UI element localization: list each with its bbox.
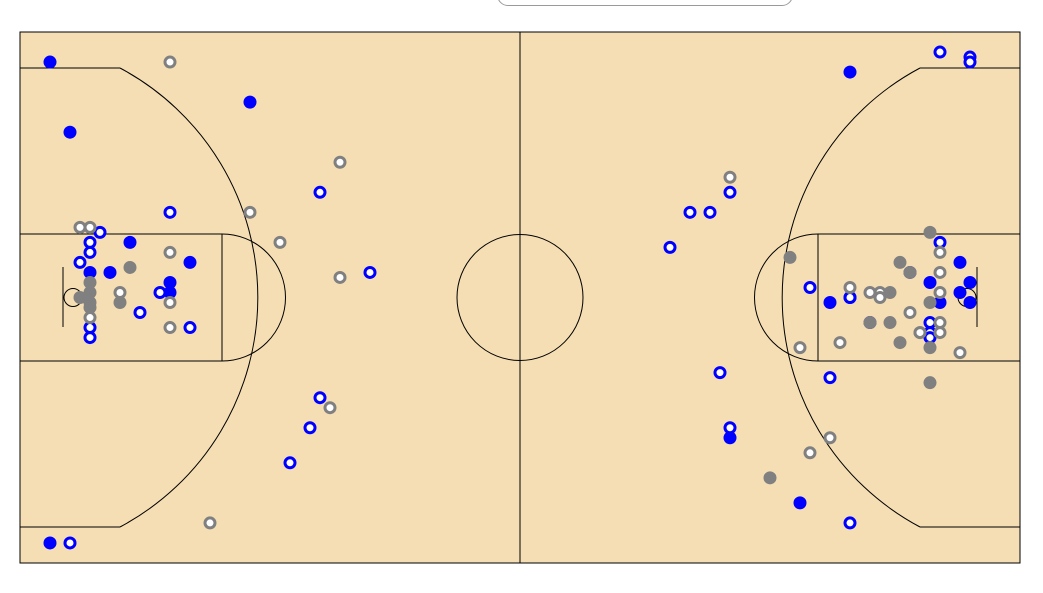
shot-point-s1-23 xyxy=(933,235,947,249)
shot-point-s2-13 xyxy=(883,316,897,330)
shot-point-s3-3 xyxy=(273,235,287,249)
shot-point-s2-0 xyxy=(123,260,137,274)
shot-point-s3-19 xyxy=(933,245,947,259)
shot-point-s1-8 xyxy=(153,285,167,299)
shot-point-s1-16 xyxy=(933,45,947,59)
shot-point-s1-25 xyxy=(843,291,857,304)
shot-point-s2-8 xyxy=(783,250,797,264)
shot-point-s1-4 xyxy=(93,225,107,239)
shot-point-s1-20 xyxy=(683,205,697,219)
shot-point-s3-11 xyxy=(163,321,177,335)
shot-point-s1-0 xyxy=(63,536,77,550)
shot-point-s1-3 xyxy=(363,265,377,279)
shot-point-s3-22 xyxy=(903,306,917,320)
shot-point-s3-25 xyxy=(933,326,947,340)
shot-point-s0-15 xyxy=(953,285,967,299)
shot-point-s3-26 xyxy=(913,326,927,340)
shot-point-s3-27 xyxy=(833,336,847,350)
shot-point-s3-2 xyxy=(243,205,257,219)
shot-point-s3-9 xyxy=(163,296,177,310)
shot-point-s1-32 xyxy=(843,516,857,530)
shot-point-s3-8 xyxy=(113,285,127,299)
basketball-court-chart xyxy=(19,31,1021,564)
shot-point-s0-1 xyxy=(63,125,77,139)
shot-point-s1-19 xyxy=(723,185,737,199)
shot-point-s0-11 xyxy=(953,255,967,269)
shot-point-s3-17 xyxy=(863,285,877,299)
shot-point-s1-7 xyxy=(83,245,97,259)
shot-point-s2-16 xyxy=(923,341,937,355)
shot-point-s0-14 xyxy=(963,275,977,289)
shot-point-s3-0 xyxy=(163,55,177,69)
shot-point-s1-31 xyxy=(723,421,737,435)
shot-point-s0-4 xyxy=(183,255,197,269)
shot-point-s0-2 xyxy=(243,95,257,109)
shot-point-s1-30 xyxy=(823,371,837,385)
shot-point-s3-10 xyxy=(83,311,97,325)
shot-point-s3-15 xyxy=(843,280,857,294)
shot-point-s3-13 xyxy=(203,516,217,530)
shot-point-s1-24 xyxy=(803,280,817,294)
shot-point-s3-30 xyxy=(823,431,837,445)
shot-point-s3-4 xyxy=(163,245,177,259)
shot-point-s0-16 xyxy=(963,296,977,310)
shot-point-s0-3 xyxy=(123,235,137,249)
shot-point-s1-9 xyxy=(133,306,147,320)
shot-point-s3-1 xyxy=(333,155,347,169)
shot-point-s3-7 xyxy=(333,270,347,284)
shot-point-s1-14 xyxy=(303,421,317,435)
shot-point-s3-12 xyxy=(323,401,337,415)
shot-point-s0-13 xyxy=(923,275,937,289)
shot-point-s2-15 xyxy=(893,336,907,350)
shot-point-s2-17 xyxy=(923,376,937,390)
shot-point-s2-12 xyxy=(923,296,937,310)
shot-point-s3-18 xyxy=(873,291,887,304)
shot-point-s3-21 xyxy=(933,285,947,299)
shot-point-s3-28 xyxy=(793,341,807,355)
shot-point-s3-6 xyxy=(83,220,97,234)
shot-point-s1-2 xyxy=(313,185,327,199)
shot-point-s3-31 xyxy=(803,446,817,460)
shot-point-s1-18 xyxy=(963,55,977,69)
shot-point-s1-12 xyxy=(83,331,97,345)
shot-point-s0-10 xyxy=(843,65,857,79)
shot-point-s2-7 xyxy=(923,225,937,239)
shot-point-s1-13 xyxy=(313,391,327,405)
shot-point-s1-1 xyxy=(163,205,177,219)
shot-point-s3-23 xyxy=(933,316,947,330)
shot-point-s1-10 xyxy=(183,321,197,335)
shot-point-s1-6 xyxy=(73,255,87,269)
shot-point-s2-18 xyxy=(763,471,777,485)
shot-point-s3-29 xyxy=(953,346,967,360)
shot-point-s0-21 xyxy=(793,496,807,510)
shot-point-s1-15 xyxy=(283,456,297,470)
shot-point-s2-9 xyxy=(893,255,907,269)
shot-point-s3-14 xyxy=(723,170,737,184)
shot-point-s0-5 xyxy=(103,265,117,279)
shot-point-s0-17 xyxy=(823,296,837,310)
shot-point-s1-28 xyxy=(923,331,937,345)
shot-point-s1-29 xyxy=(713,366,727,380)
shot-point-s3-20 xyxy=(933,265,947,279)
shot-point-s1-11 xyxy=(83,321,97,335)
shot-point-s1-22 xyxy=(663,240,677,254)
shot-point-s0-0 xyxy=(43,55,57,69)
shot-point-s2-10 xyxy=(903,265,917,279)
shot-point-s1-21 xyxy=(703,205,717,219)
shot-point-s2-14 xyxy=(863,316,877,330)
shot-point-s0-9 xyxy=(43,536,57,550)
shot-point-s1-5 xyxy=(83,235,97,249)
